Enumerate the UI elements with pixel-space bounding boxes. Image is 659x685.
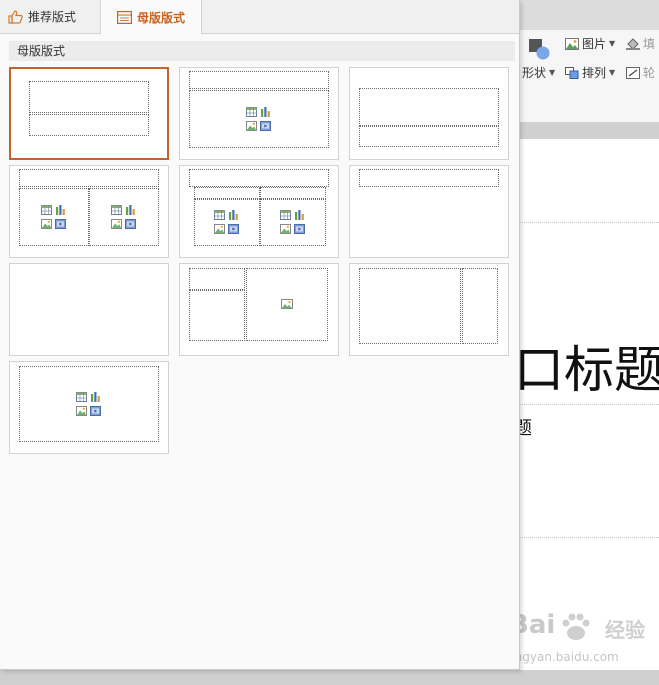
content-placeholder xyxy=(189,90,329,148)
layout-grid-icon xyxy=(116,10,132,24)
layout-tabbar: 推荐版式 母版版式 xyxy=(0,0,519,34)
content-icons xyxy=(246,106,272,132)
media-icon xyxy=(55,219,66,229)
picture-icon xyxy=(41,219,52,229)
picture-label: 图片 xyxy=(582,37,607,51)
media-icon xyxy=(260,121,271,131)
picture-icon xyxy=(246,121,257,131)
outline-icon xyxy=(626,66,640,79)
heading-placeholder xyxy=(260,187,326,199)
layout-blank[interactable] xyxy=(9,263,169,356)
shape-button[interactable]: 形状 ▼ xyxy=(522,64,555,81)
watermark: Bai 经验 jingyan.baidu.com xyxy=(503,610,653,670)
watermark-suffix: 经验 xyxy=(605,618,645,642)
table-icon xyxy=(280,210,291,220)
title-placeholder xyxy=(359,88,499,126)
table-icon xyxy=(111,205,122,215)
content-icons xyxy=(76,391,102,417)
placeholder-border xyxy=(520,222,659,223)
layout-title-only[interactable] xyxy=(349,165,509,258)
placeholder-border xyxy=(520,537,659,538)
content-icons xyxy=(280,209,306,235)
fill-label: 填 xyxy=(643,37,656,51)
table-icon xyxy=(246,107,257,117)
chart-icon xyxy=(126,205,135,215)
chevron-down-icon: ▼ xyxy=(609,39,616,48)
layout-section-header[interactable] xyxy=(349,67,509,160)
text-placeholder xyxy=(359,126,499,147)
picture-button[interactable]: 图片 ▼ xyxy=(565,35,615,52)
content-placeholder xyxy=(194,199,260,246)
media-icon xyxy=(125,219,136,229)
picture-icon xyxy=(76,406,87,416)
content-icons xyxy=(111,204,137,230)
arrange-label: 排列 xyxy=(582,66,607,80)
chart-icon xyxy=(295,210,304,220)
chevron-down-icon: ▼ xyxy=(549,68,556,77)
arrange-icon xyxy=(565,66,579,79)
layout-content-only[interactable] xyxy=(9,361,169,454)
tab-recommended-layout[interactable]: 推荐版式 xyxy=(8,0,98,33)
layout-picture-with-caption[interactable] xyxy=(179,263,339,356)
paw-icon xyxy=(562,613,590,640)
fill-button[interactable]: 填 xyxy=(626,35,655,52)
table-icon xyxy=(41,205,52,215)
picture-icon xyxy=(281,299,293,309)
paint-bucket-icon xyxy=(626,37,640,50)
tab-label: 母版版式 xyxy=(136,10,185,25)
picture-placeholder xyxy=(246,268,328,341)
text-placeholder xyxy=(189,290,245,341)
title-placeholder xyxy=(462,268,498,344)
layout-two-content[interactable] xyxy=(9,165,169,258)
layout-vertical-title[interactable] xyxy=(349,263,509,356)
picture-icon xyxy=(280,224,291,234)
layout-panel: 推荐版式 母版版式 母版版式 xyxy=(0,0,520,670)
tab-master-layout[interactable]: 母版版式 xyxy=(100,0,202,34)
thumbs-up-icon xyxy=(8,9,23,24)
slide-title-text[interactable]: 口标题 xyxy=(514,330,659,402)
title-placeholder xyxy=(189,268,245,290)
layout-title-slide[interactable] xyxy=(9,67,169,160)
title-placeholder xyxy=(189,169,329,187)
watermark-url: jingyan.baidu.com xyxy=(508,650,619,664)
media-icon xyxy=(228,224,239,234)
chart-icon xyxy=(261,107,270,117)
picture-icon xyxy=(214,224,225,234)
picture-icon xyxy=(111,219,122,229)
chevron-down-icon: ▼ xyxy=(609,68,616,77)
picture-icon xyxy=(565,37,579,50)
content-placeholder xyxy=(89,188,159,246)
layout-comparison[interactable] xyxy=(179,165,339,258)
content-placeholder xyxy=(359,268,461,344)
title-placeholder xyxy=(359,169,499,187)
chart-icon xyxy=(229,210,238,220)
subtitle-placeholder xyxy=(29,114,149,136)
placeholder-border xyxy=(520,404,659,405)
title-placeholder xyxy=(29,81,149,113)
heading-placeholder xyxy=(194,187,260,199)
table-icon xyxy=(214,210,225,220)
status-bar xyxy=(0,670,659,685)
arrange-button[interactable]: 排列 ▼ xyxy=(565,64,615,81)
media-icon xyxy=(294,224,305,234)
content-icons xyxy=(214,209,240,235)
chart-icon xyxy=(91,392,100,402)
content-placeholder xyxy=(260,199,326,246)
media-icon xyxy=(90,406,101,416)
layout-title-and-content[interactable] xyxy=(179,67,339,160)
outline-button[interactable]: 轮 xyxy=(626,64,655,81)
shape-label: 形状 xyxy=(522,66,547,80)
content-placeholder xyxy=(19,188,89,246)
chart-icon xyxy=(56,205,65,215)
content-icons xyxy=(41,204,67,230)
table-icon xyxy=(76,392,87,402)
content-placeholder xyxy=(19,366,159,442)
outline-label: 轮 xyxy=(643,66,656,80)
title-placeholder xyxy=(189,71,329,89)
shape-icon[interactable] xyxy=(528,38,550,60)
tab-label: 推荐版式 xyxy=(28,10,77,24)
title-placeholder xyxy=(19,169,159,187)
section-header: 母版版式 xyxy=(9,41,515,61)
